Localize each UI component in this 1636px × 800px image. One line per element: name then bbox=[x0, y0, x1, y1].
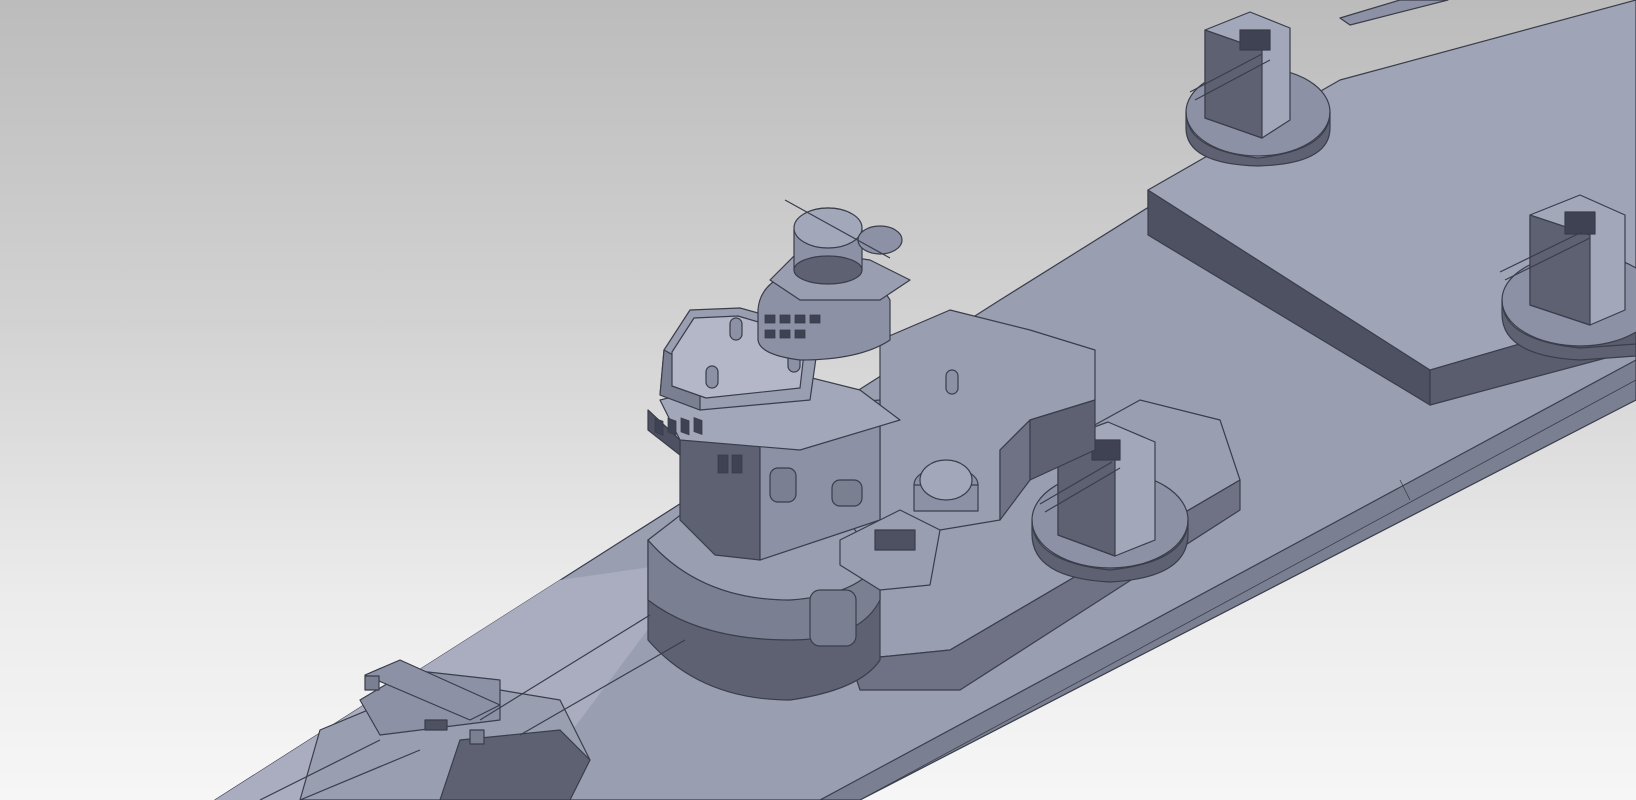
deck-fitting-top bbox=[1339, 0, 1449, 26]
warship-3d-model[interactable] bbox=[0, 0, 1636, 800]
aa-gun-mount-aft-1[interactable] bbox=[1185, 11, 1331, 167]
cad-viewport[interactable] bbox=[0, 0, 1636, 800]
